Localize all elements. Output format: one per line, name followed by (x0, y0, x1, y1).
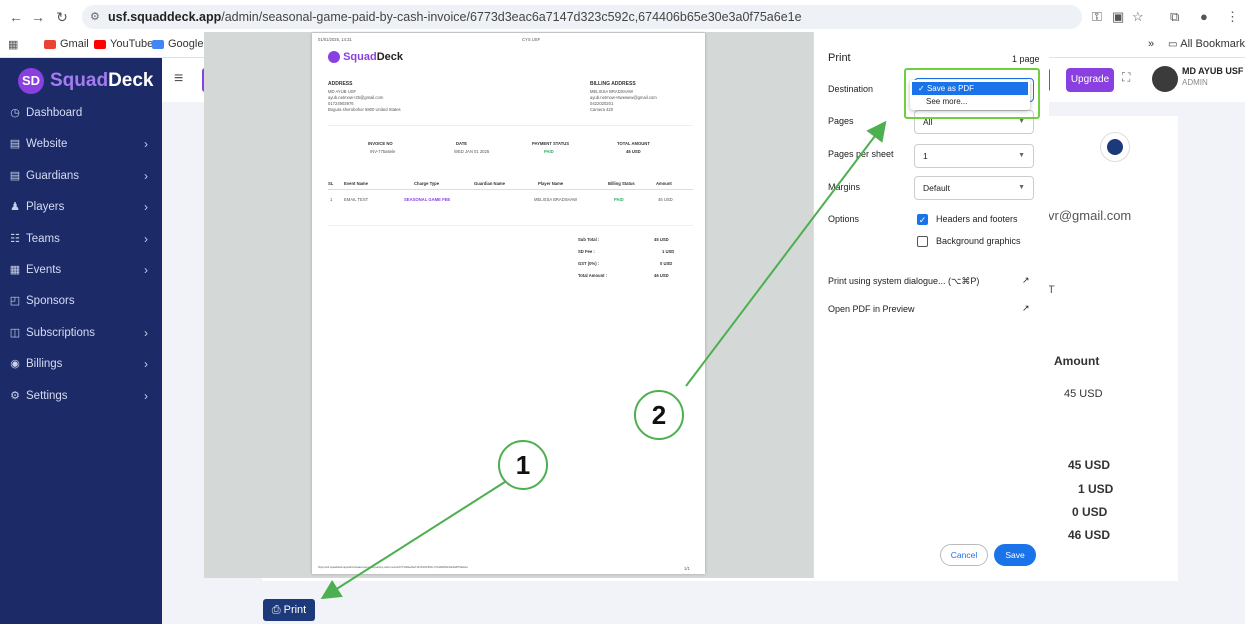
arrow-step1 (320, 479, 509, 600)
step-2-marker: 2 (634, 390, 684, 440)
arrow-step2 (685, 120, 887, 387)
step-1-marker: 1 (498, 440, 548, 490)
annotation-arrows (320, 120, 887, 600)
